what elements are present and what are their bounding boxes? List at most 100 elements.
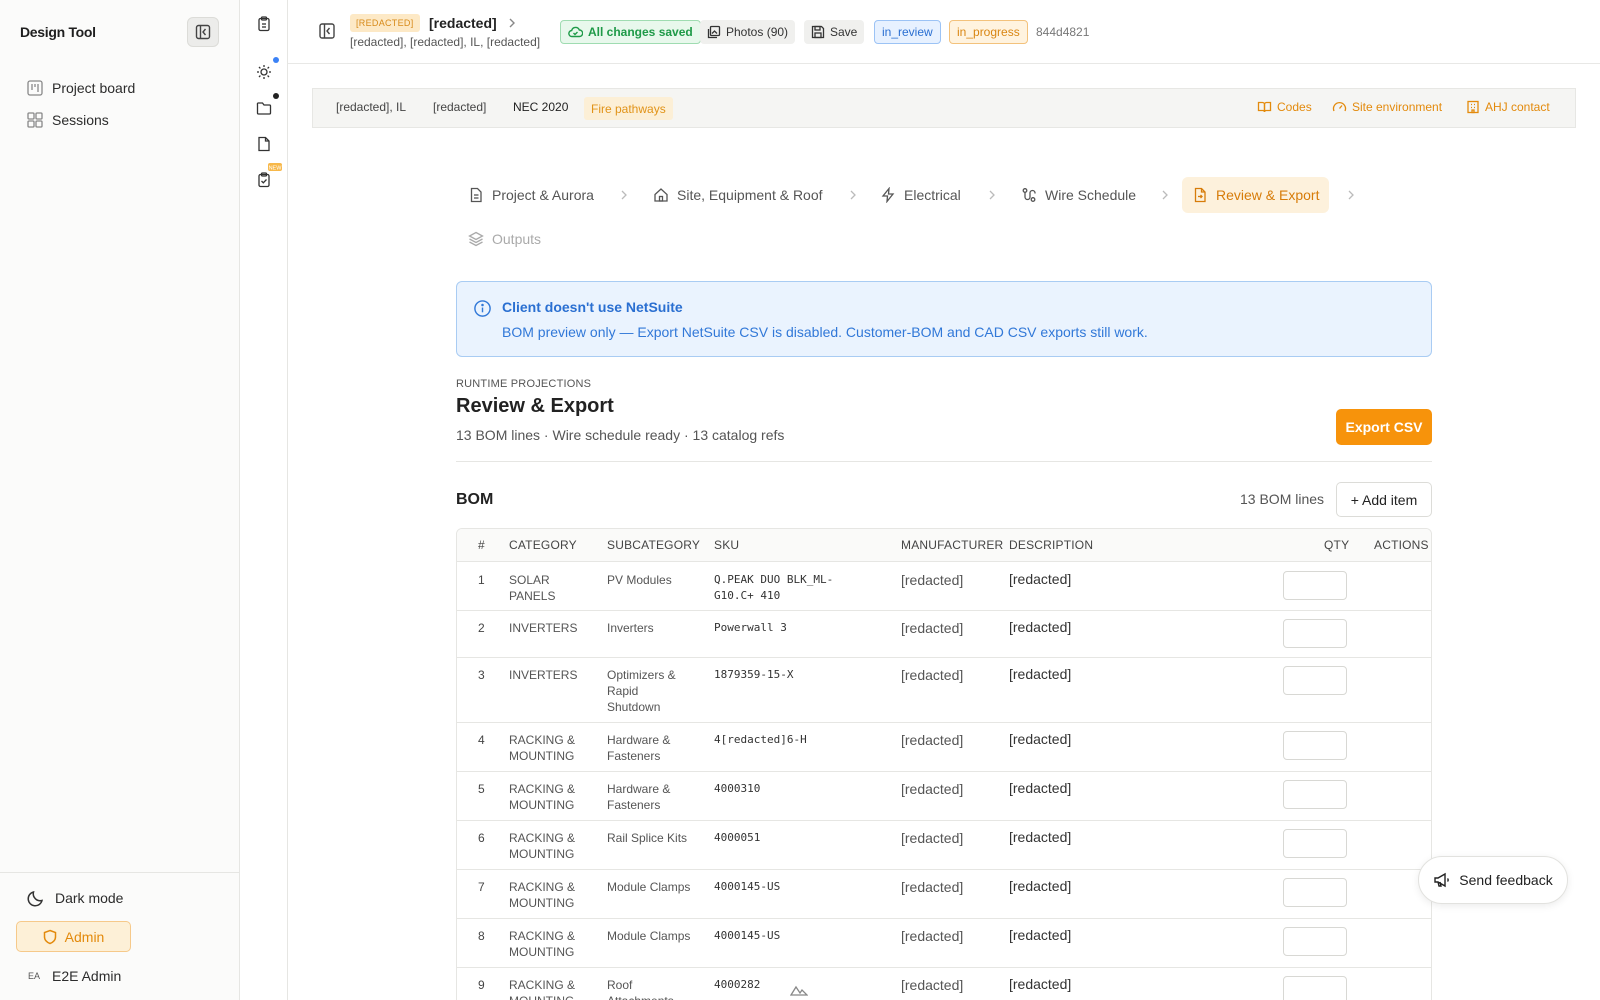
tab-site-equipment-roof[interactable]: Site, Equipment & Roof	[643, 177, 833, 213]
clipboard-check-icon[interactable]	[256, 172, 272, 188]
row-subcategory: Optimizers & Rapid Shutdown	[607, 668, 676, 714]
review-status-badge[interactable]: in_review	[874, 20, 941, 44]
cloud-check-icon	[568, 26, 583, 38]
tab-review-export[interactable]: Review & Export	[1182, 177, 1330, 213]
column-header-description: DESCRIPTION	[1009, 538, 1094, 552]
site-environment-label: Site environment	[1352, 100, 1443, 114]
dark-mode-toggle[interactable]: Dark mode	[26, 888, 123, 908]
row-manufacturer: [redacted]	[901, 977, 964, 993]
row-description: [redacted]	[1009, 878, 1072, 894]
row-sku: 4000282	[714, 978, 761, 991]
send-feedback-button[interactable]: Send feedback	[1418, 856, 1568, 904]
clipboard-icon[interactable]	[256, 16, 272, 32]
row-subcategory: Module Clamps	[607, 880, 691, 894]
row-description: [redacted]	[1009, 829, 1072, 845]
row-number: 3	[478, 668, 485, 682]
avatar: EA	[28, 971, 41, 981]
project-header: [REDACTED] [redacted] [redacted], [redac…	[288, 0, 1600, 64]
chevron-right-icon	[1162, 190, 1168, 200]
send-feedback-label: Send feedback	[1459, 872, 1553, 888]
tab-electrical[interactable]: Electrical	[870, 177, 971, 213]
progress-status-badge[interactable]: in_progress	[949, 20, 1028, 44]
project-tag: [REDACTED]	[350, 14, 420, 32]
row-category: INVERTERS	[509, 668, 578, 682]
book-icon	[1257, 101, 1272, 113]
row-sku: Powerwall 3	[714, 621, 787, 634]
chevron-right-icon[interactable]	[506, 16, 518, 30]
row-subcategory: Roof Attachments	[607, 978, 674, 1000]
row-manufacturer: [redacted]	[901, 830, 964, 846]
column-header-number: #	[478, 538, 485, 552]
codes-link[interactable]: Codes	[1257, 100, 1312, 114]
row-category: SOLAR PANELS	[509, 573, 556, 603]
row-description: [redacted]	[1009, 976, 1072, 992]
tab-label: Outputs	[492, 231, 542, 247]
folder-icon[interactable]	[256, 100, 272, 116]
sun-icon[interactable]	[256, 64, 272, 80]
user-menu[interactable]: EA E2E Admin	[28, 968, 121, 984]
qty-input[interactable]	[1283, 619, 1347, 648]
add-item-button[interactable]: + Add item	[1336, 482, 1432, 517]
qty-input[interactable]	[1283, 976, 1347, 1000]
info-icon	[474, 300, 491, 317]
qty-input[interactable]	[1283, 731, 1347, 760]
notification-dot	[273, 93, 279, 99]
route-icon	[1022, 188, 1036, 202]
row-category: INVERTERS	[509, 621, 578, 635]
table-row: 8 RACKING & MOUNTING Module Clamps 40001…	[457, 919, 1431, 968]
tab-project-aurora[interactable]: Project & Aurora	[458, 177, 604, 213]
save-button[interactable]: Save	[804, 20, 865, 44]
row-subcategory: Rail Splice Kits	[607, 831, 688, 845]
ahj-contact-link[interactable]: AHJ contact	[1466, 100, 1550, 114]
file-export-icon	[1194, 187, 1206, 203]
row-number: 8	[478, 929, 485, 943]
qty-input[interactable]	[1283, 878, 1347, 907]
save-label: Save	[830, 25, 858, 39]
row-manufacturer: [redacted]	[901, 620, 964, 636]
row-number: 9	[478, 978, 485, 992]
sidebar-collapse-button[interactable]	[187, 17, 219, 47]
app-root: Design Tool Project board Sessions Dark …	[0, 0, 1600, 1000]
row-category: RACKING & MOUNTING	[509, 831, 576, 861]
chevron-right-icon	[621, 190, 627, 200]
qty-input[interactable]	[1283, 666, 1347, 695]
panel-toggle-icon[interactable]	[318, 22, 336, 40]
tab-outputs[interactable]: Outputs	[458, 221, 551, 257]
tab-label: Site, Equipment & Roof	[677, 187, 823, 203]
qty-input[interactable]	[1283, 571, 1347, 600]
row-description: [redacted]	[1009, 666, 1072, 682]
notification-dot	[273, 57, 279, 63]
sidebar-item-project-board[interactable]: Project board	[26, 76, 135, 100]
row-manufacturer: [redacted]	[901, 928, 964, 944]
row-manufacturer: [redacted]	[901, 879, 964, 895]
row-description: [redacted]	[1009, 780, 1072, 796]
brand-title: Design Tool	[20, 24, 96, 40]
chevron-right-icon	[989, 190, 995, 200]
megaphone-icon	[1434, 872, 1450, 888]
qty-input[interactable]	[1283, 927, 1347, 956]
column-header-manufacturer: MANUFACTURER	[901, 538, 1004, 552]
site-environment-link[interactable]: Site environment	[1332, 100, 1442, 114]
bom-title: BOM	[456, 491, 494, 508]
table-row: 1 SOLAR PANELS PV Modules Q.PEAK DUO BLK…	[457, 562, 1431, 611]
row-subcategory: Module Clamps	[607, 929, 691, 943]
photos-button[interactable]: Photos (90)	[700, 20, 796, 44]
column-header-actions: ACTIONS	[1374, 538, 1429, 552]
row-description: [redacted]	[1009, 619, 1072, 635]
row-sku: 4[redacted]6-H	[714, 733, 807, 746]
netsuite-alert: Client doesn't use NetSuite BOM preview …	[456, 281, 1432, 357]
row-number: 6	[478, 831, 485, 845]
file-icon[interactable]	[256, 136, 272, 152]
export-csv-button[interactable]: Export CSV	[1336, 409, 1432, 445]
qty-input[interactable]	[1283, 780, 1347, 809]
document-icon	[470, 187, 482, 203]
qty-input[interactable]	[1283, 829, 1347, 858]
tab-wire-schedule[interactable]: Wire Schedule	[1011, 177, 1146, 213]
project-title: [redacted]	[429, 15, 497, 31]
sidebar-item-sessions[interactable]: Sessions	[26, 108, 109, 132]
admin-badge[interactable]: Admin	[16, 921, 131, 952]
home-icon	[654, 188, 668, 202]
column-header-sku: SKU	[714, 538, 740, 552]
bolt-icon	[881, 187, 895, 203]
svg-text:NEW: NEW	[269, 165, 282, 171]
